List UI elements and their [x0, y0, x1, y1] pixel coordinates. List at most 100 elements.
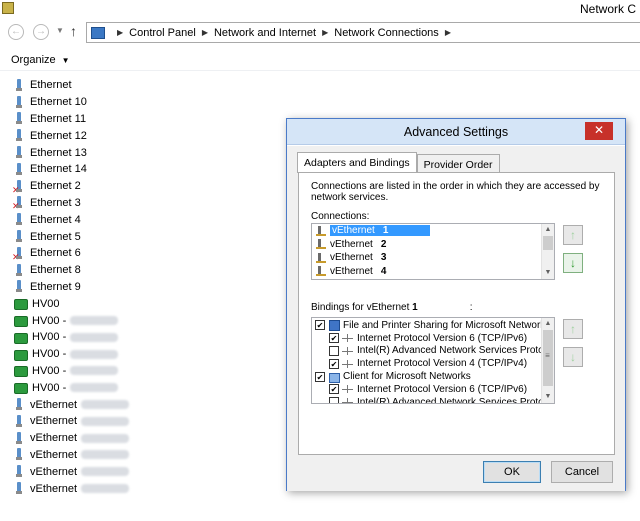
bindings-scrollbar[interactable]: ▲ ≡ ▼ — [541, 318, 554, 403]
binding-checkbox[interactable]: ✔ — [315, 371, 325, 382]
scroll-up-icon[interactable]: ▲ — [542, 318, 554, 330]
binding-checkbox[interactable]: ✔ — [329, 333, 339, 344]
connection-item[interactable]: HV00 - — [14, 379, 284, 396]
ethernet-icon — [14, 146, 24, 159]
window-titlebar: Network C — [0, 0, 640, 18]
breadcrumb-chevron-icon[interactable]: ▶ — [117, 28, 123, 37]
connection-item[interactable]: vEthernet — [14, 413, 284, 430]
adapter-icon — [316, 225, 328, 236]
connection-item[interactable]: Ethernet 4 — [14, 211, 284, 228]
connection-item[interactable]: Ethernet 12 — [14, 127, 284, 144]
move-binding-up-button[interactable]: ↑ — [563, 319, 583, 339]
connection-label: vEthernet — [30, 415, 78, 428]
connection-name: vEthernet — [332, 225, 375, 237]
control-panel-icon — [91, 26, 105, 39]
binding-label[interactable]: Internet Protocol Version 4 (TCP/IPv4) — [357, 358, 527, 369]
connection-label: HV00 - — [32, 331, 67, 344]
connection-label: vEthernet — [30, 448, 78, 461]
binding-checkbox[interactable]: ✔ — [329, 358, 339, 369]
breadcrumb-chevron-icon[interactable]: ▶ — [445, 28, 451, 37]
breadcrumb-chevron-icon[interactable]: ▶ — [322, 28, 328, 37]
ethernet-icon — [14, 213, 24, 226]
scroll-thumb[interactable] — [543, 236, 553, 250]
connection-item[interactable]: vEthernet — [14, 396, 284, 413]
binding-label[interactable]: Client for Microsoft Networks — [343, 371, 471, 382]
connection-list-item[interactable]: vEthernet 4 — [312, 265, 554, 279]
connection-name: vEthernet — [330, 252, 373, 264]
close-button[interactable]: ✕ — [585, 122, 613, 140]
breadcrumb-control-panel[interactable]: Control Panel — [129, 27, 196, 39]
connection-item[interactable]: Ethernet 9 — [14, 279, 284, 296]
up-arrow-icon[interactable]: ↑ — [70, 23, 77, 39]
ethernet-icon: ✕ — [12, 179, 24, 194]
move-connection-down-button[interactable]: ↓ — [563, 253, 583, 273]
ethernet-icon — [14, 431, 24, 445]
binding-label[interactable]: Intel(R) Advanced Network Services Proto… — [357, 397, 554, 403]
connection-item[interactable]: ✕ Ethernet 2 — [12, 178, 284, 195]
binding-label[interactable]: Internet Protocol Version 6 (TCP/IPv6) — [357, 384, 527, 395]
connection-list-item[interactable]: vEthernet 2 — [312, 238, 554, 252]
connection-item[interactable]: Ethernet 5 — [14, 228, 284, 245]
connection-list-item[interactable]: vEthernet 1 — [312, 224, 554, 238]
back-arrow-icon[interactable]: ← — [8, 24, 24, 40]
bindings-treeview[interactable]: ✔ File and Printer Sharing for Microsoft … — [311, 317, 555, 404]
redacted-text — [81, 416, 130, 426]
breadcrumb-network-and-internet[interactable]: Network and Internet — [214, 27, 316, 39]
tab-adapters-and-bindings[interactable]: Adapters and Bindings — [297, 152, 417, 173]
connection-item[interactable]: vEthernet — [14, 480, 284, 497]
binding-checkbox[interactable] — [329, 397, 339, 403]
forward-arrow-icon[interactable]: → — [33, 24, 49, 40]
scroll-down-icon[interactable]: ▼ — [542, 391, 554, 403]
connections-scrollbar[interactable]: ▲ ▼ — [541, 224, 554, 279]
binding-label[interactable]: File and Printer Sharing for Microsoft N… — [343, 320, 550, 331]
binding-label[interactable]: Internet Protocol Version 6 (TCP/IPv6) — [357, 333, 527, 344]
tab-provider-order[interactable]: Provider Order — [416, 154, 500, 173]
connection-item[interactable]: HV00 - — [14, 346, 284, 363]
connection-item[interactable]: vEthernet — [14, 447, 284, 464]
connection-item[interactable]: Ethernet 13 — [14, 144, 284, 161]
command-bar: Organize ▼ — [0, 49, 640, 71]
breadcrumb-network-connections[interactable]: Network Connections — [334, 27, 439, 39]
connection-item[interactable]: Ethernet 8 — [14, 262, 284, 279]
connection-item[interactable]: vEthernet — [14, 463, 284, 480]
connection-number: 2 — [380, 238, 387, 250]
connection-label: Ethernet 8 — [30, 264, 81, 277]
connection-item[interactable]: Ethernet 10 — [14, 94, 284, 111]
connection-item[interactable]: Ethernet 11 — [14, 111, 284, 128]
protocol-icon — [342, 346, 354, 356]
connection-item[interactable]: HV00 — [14, 295, 284, 312]
scroll-up-icon[interactable]: ▲ — [542, 224, 554, 236]
connection-item[interactable]: ✕ Ethernet 3 — [12, 195, 284, 212]
organize-button[interactable]: Organize ▼ — [11, 54, 70, 66]
team-adapter-icon — [14, 381, 28, 395]
connection-item[interactable]: HV00 - — [14, 329, 284, 346]
connections-listbox[interactable]: vEthernet 1 vEthernet 2 vEthernet 3 vEthernet 4… — [311, 223, 555, 280]
move-binding-down-button[interactable]: ↓ — [563, 347, 583, 367]
connection-item[interactable]: HV00 - — [14, 312, 284, 329]
connection-item[interactable]: Ethernet — [14, 77, 284, 94]
redacted-text — [70, 366, 119, 376]
ethernet-icon — [14, 482, 24, 495]
team-adapter-icon — [14, 314, 28, 328]
recent-locations-dropdown-icon[interactable]: ▼ — [56, 26, 64, 35]
binding-checkbox[interactable]: ✔ — [315, 320, 325, 331]
chevron-down-icon: ▼ — [61, 56, 70, 65]
breadcrumb-chevron-icon[interactable]: ▶ — [202, 28, 208, 37]
binding-checkbox[interactable] — [329, 345, 339, 356]
binding-item: ✔ Client for Microsoft Networks — [315, 370, 554, 383]
connection-list-item[interactable]: vEthernet 3 — [312, 251, 554, 265]
ethernet-icon — [14, 448, 24, 461]
connection-item[interactable]: Ethernet 14 — [14, 161, 284, 178]
connection-item[interactable]: HV00 - — [14, 363, 284, 380]
ok-button[interactable]: OK — [483, 461, 541, 483]
protocol-icon — [342, 333, 354, 343]
move-connection-up-button[interactable]: ↑ — [563, 225, 583, 245]
cancel-button[interactable]: Cancel — [551, 461, 613, 483]
connection-list-label: vEthernet 3 — [330, 252, 386, 263]
connection-item[interactable]: vEthernet — [14, 430, 284, 447]
connection-item[interactable]: ✕ Ethernet 6 — [12, 245, 284, 262]
address-bar[interactable]: ▶ Control Panel ▶ Network and Internet ▶… — [86, 22, 640, 43]
binding-label[interactable]: Intel(R) Advanced Network Services Proto… — [357, 345, 554, 356]
binding-checkbox[interactable]: ✔ — [329, 384, 339, 395]
scroll-down-icon[interactable]: ▼ — [542, 267, 554, 279]
